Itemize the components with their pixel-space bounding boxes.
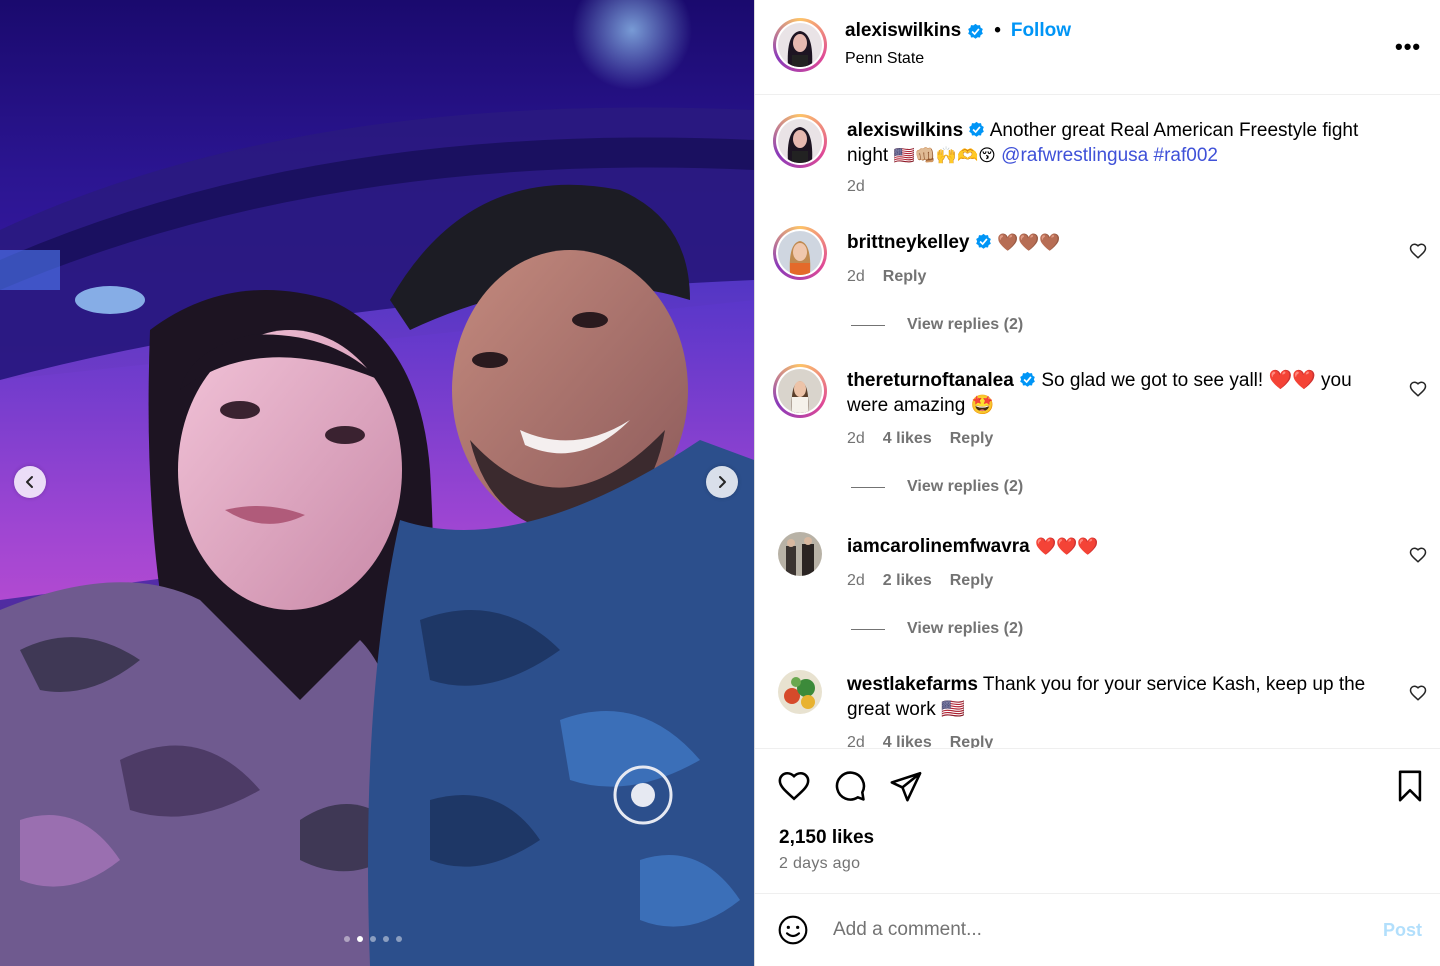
reply-button[interactable]: Reply (950, 734, 994, 748)
caption-time[interactable]: 2d (847, 178, 865, 196)
reply-button[interactable]: Reply (950, 430, 994, 448)
view-replies-label: View replies (2) (907, 620, 1024, 637)
comment-time[interactable]: 2d (847, 430, 865, 448)
carousel-dot-active (357, 936, 363, 942)
comment-avatar[interactable] (778, 670, 822, 714)
dot-separator: • (994, 20, 1001, 41)
comment-avatar[interactable] (778, 532, 822, 576)
post-comment-button[interactable]: Post (1383, 920, 1422, 941)
caption-meta: 2d (847, 178, 865, 196)
author-username[interactable]: alexiswilkins (845, 20, 961, 42)
previous-photo-button[interactable] (14, 466, 46, 498)
view-replies-label: View replies (2) (907, 316, 1024, 333)
chevron-right-icon (719, 476, 726, 488)
post-header: alexiswilkins • Follow Penn State ••• (755, 0, 1440, 95)
comment-time[interactable]: 2d (847, 268, 865, 286)
view-replies-line (851, 324, 885, 326)
view-replies-line (851, 628, 885, 630)
comment-text: iamcarolinemfwavra ❤️❤️❤️ (847, 534, 1392, 560)
follow-button[interactable]: Follow (1011, 20, 1071, 42)
verified-icon (968, 23, 983, 39)
comment-like-heart-icon[interactable] (1409, 380, 1427, 398)
comment-icon[interactable] (833, 769, 867, 803)
comment-username[interactable]: brittneykelley (847, 232, 970, 253)
carousel-dot (344, 936, 350, 942)
caption-hashtag-link[interactable]: #raf002 (1154, 145, 1218, 166)
reply-button[interactable]: Reply (950, 572, 994, 590)
chevron-left-icon (26, 476, 33, 488)
bookmark-icon[interactable] (1393, 769, 1427, 803)
comment-meta: 2d 4 likes Reply (847, 734, 993, 748)
more-icon: ••• (1395, 34, 1422, 59)
heart-icon[interactable] (777, 769, 811, 803)
emoji-icon[interactable] (777, 914, 809, 946)
view-replies-label: View replies (2) (907, 478, 1024, 495)
comment-like-heart-icon[interactable] (1409, 546, 1427, 564)
comment-meta: 2d 2 likes Reply (847, 572, 993, 590)
comment-meta: 2d Reply (847, 268, 926, 286)
comments-list[interactable]: alexiswilkins Another great Real America… (755, 96, 1440, 748)
comment-username[interactable]: thereturnoftanalea (847, 370, 1014, 391)
comment-body: ❤️❤️❤️ (1034, 537, 1099, 557)
comment-avatar[interactable] (773, 364, 827, 418)
post-location[interactable]: Penn State (845, 50, 924, 68)
next-photo-button[interactable] (706, 466, 738, 498)
caption-avatar[interactable] (773, 114, 827, 168)
carousel-dots (344, 936, 402, 942)
comment-text: thereturnoftanalea So glad we got to see… (847, 368, 1392, 418)
more-options-button[interactable]: ••• (1395, 34, 1421, 60)
reply-button[interactable]: Reply (883, 268, 927, 286)
comment-time[interactable]: 2d (847, 734, 865, 748)
comment-composer: Post (755, 894, 1440, 966)
caption-mention-link[interactable]: @rafwrestlingusa (1001, 145, 1148, 166)
carousel-dot (370, 936, 376, 942)
comment-like-heart-icon[interactable] (1409, 242, 1427, 260)
comment-time[interactable]: 2d (847, 572, 865, 590)
comment-username[interactable]: westlakefarms (847, 674, 978, 695)
post-side-panel: alexiswilkins • Follow Penn State ••• al… (754, 0, 1440, 966)
comment-text: westlakefarms Thank you for your service… (847, 672, 1392, 722)
comment-likes[interactable]: 2 likes (883, 572, 932, 590)
view-replies-button[interactable]: View replies (2) (851, 478, 1023, 496)
caption-text: alexiswilkins Another great Real America… (847, 118, 1392, 169)
view-replies-line (851, 486, 885, 488)
carousel-dot (383, 936, 389, 942)
likes-count[interactable]: 2,150 likes (779, 827, 874, 849)
verified-icon (1020, 371, 1035, 387)
view-replies-button[interactable]: View replies (2) (851, 316, 1023, 334)
verified-icon (969, 121, 985, 137)
comment-body: 🤎🤎🤎 (997, 233, 1061, 253)
comment-username[interactable]: iamcarolinemfwavra (847, 536, 1030, 557)
caption-username[interactable]: alexiswilkins (847, 120, 963, 141)
comment-text: brittneykelley 🤎🤎🤎 (847, 230, 1392, 256)
share-icon[interactable] (889, 769, 923, 803)
comment-input[interactable] (833, 914, 1373, 946)
caption-emojis: 🇺🇸👊🏼🙌🫶😚 (893, 146, 996, 166)
comment-avatar[interactable] (773, 226, 827, 280)
comment-likes[interactable]: 4 likes (883, 734, 932, 748)
view-replies-button[interactable]: View replies (2) (851, 620, 1023, 638)
author-line: alexiswilkins • Follow (845, 20, 1071, 42)
comment-like-heart-icon[interactable] (1409, 684, 1427, 702)
comment-likes[interactable]: 4 likes (883, 430, 932, 448)
comment-meta: 2d 4 likes Reply (847, 430, 993, 448)
post-actions: 2,150 likes 2 days ago (755, 748, 1440, 894)
verified-icon (975, 233, 991, 249)
photo-scene (0, 0, 754, 966)
post-photo[interactable] (0, 0, 754, 966)
author-avatar[interactable] (773, 18, 827, 72)
post-date[interactable]: 2 days ago (779, 855, 860, 873)
carousel-dot (396, 936, 402, 942)
